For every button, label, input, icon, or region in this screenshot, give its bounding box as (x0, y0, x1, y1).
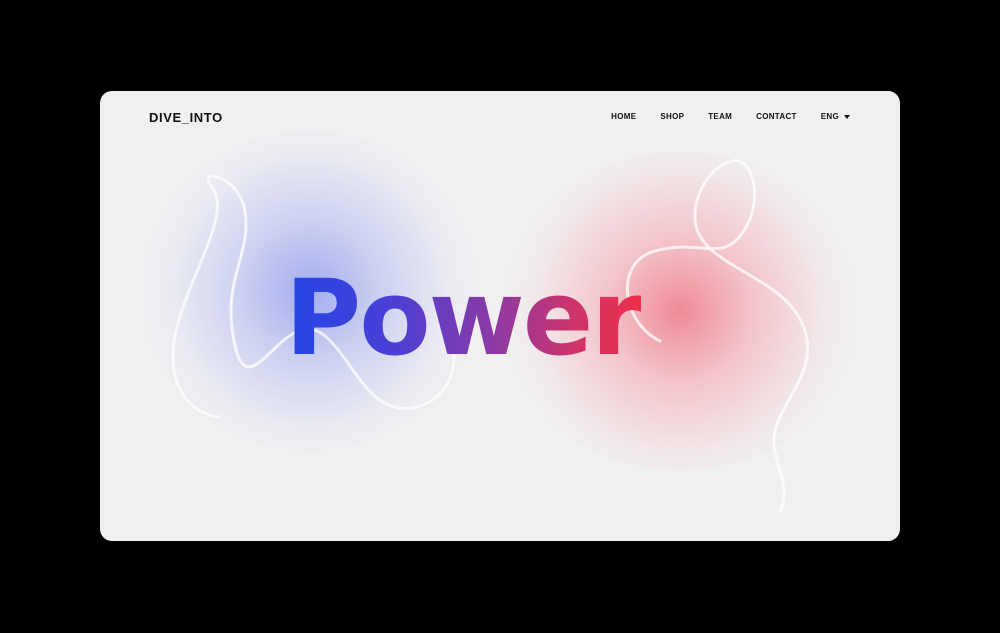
hero-section: Power (100, 91, 900, 541)
hero-card: DIVE_INTO HOME SHOP TEAM CONTACT ENG Pow… (100, 91, 900, 541)
hero-headline: Power (285, 257, 643, 379)
